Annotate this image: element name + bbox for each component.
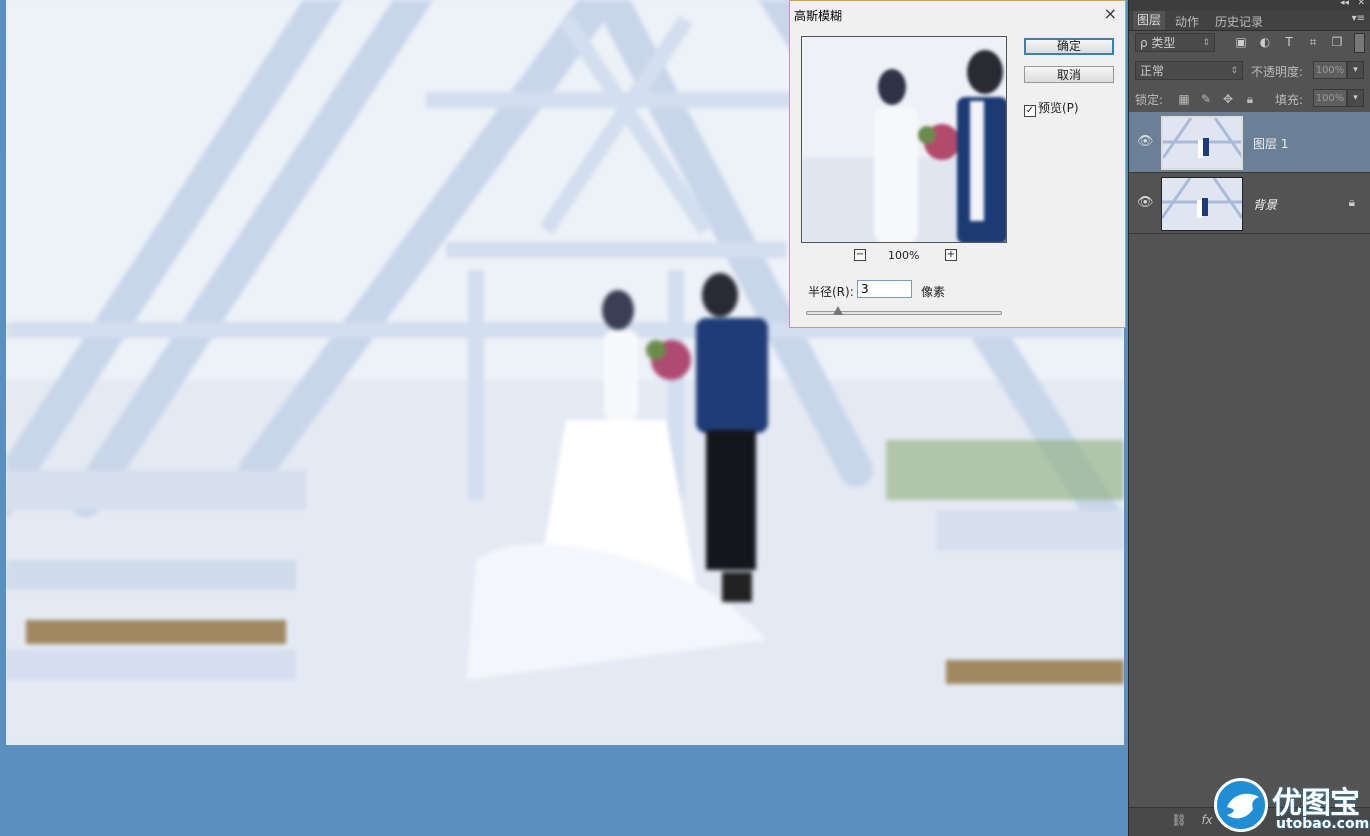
close-panel-icon[interactable]: ✕ [1357, 0, 1365, 8]
layer-name[interactable]: 背景 [1253, 196, 1277, 213]
layer-row-layer1[interactable]: 👁︎ 图层 1 [1129, 112, 1370, 173]
cancel-button[interactable]: 取消 [1024, 66, 1114, 83]
layer-name[interactable]: 图层 1 [1253, 135, 1288, 152]
panel-bottom-icons: ⛓ fx [1165, 813, 1221, 827]
eye-icon[interactable]: 👁︎ [1137, 134, 1154, 149]
tab-layers[interactable]: 图层 [1133, 11, 1166, 30]
opacity-label: 不透明度: [1251, 65, 1304, 79]
radius-slider-handle[interactable] [833, 306, 843, 315]
fill-label: 填充: [1275, 93, 1304, 107]
watermark-logo: 优图宝 utobao.com [1214, 776, 1370, 836]
layers-list: 👁︎ 图层 1 👁︎ 背景 🔒︎ [1129, 112, 1370, 234]
filter-toggle[interactable] [1354, 33, 1365, 53]
lock-all-icon[interactable]: 🔒︎ [1239, 92, 1261, 107]
collapse-icon[interactable]: ◂◂ [1340, 0, 1349, 8]
checkbox-checked-icon[interactable]: ✓ [1024, 105, 1036, 117]
radius-label: 半径(R): [808, 285, 854, 299]
chevron-updown-icon: ⇕ [1202, 38, 1210, 48]
lock-brush-icon[interactable]: ✎ [1195, 92, 1217, 106]
blend-mode-select[interactable]: 正常 ⇕ [1135, 61, 1243, 80]
filter-type-value: ρ 类型 [1140, 36, 1176, 50]
opacity-dropdown-icon[interactable]: ▾ [1347, 61, 1364, 79]
fill-field[interactable]: 100% [1313, 89, 1347, 107]
lock-label: 锁定: [1135, 93, 1164, 107]
preview-checkbox[interactable]: ✓ 预览(P) [1024, 99, 1079, 117]
gaussian-blur-dialog: 高斯模糊 × − 100% + 确定 取消 ✓预览(P) 半径(R): 像素 [789, 0, 1126, 328]
filter-type-select[interactable]: ρ 类型 ⇕ [1135, 33, 1215, 52]
smart-object-icon[interactable]: ❐ [1325, 35, 1349, 49]
layer-thumbnail [1161, 116, 1243, 170]
panel-topbar: ◂◂ ✕ [1129, 0, 1370, 11]
image-icon[interactable]: ▣ [1229, 35, 1253, 49]
lock-move-icon[interactable]: ✥ [1217, 92, 1239, 106]
blend-mode-value: 正常 [1140, 64, 1165, 78]
tab-actions[interactable]: 动作 [1171, 13, 1203, 30]
bird-logo-icon [1214, 778, 1268, 832]
tab-history[interactable]: 历史记录 [1211, 13, 1267, 30]
radius-input[interactable] [857, 280, 912, 298]
ok-button[interactable]: 确定 [1024, 38, 1114, 55]
filter-icons: ▣ ◐ T ⌗ ❐ [1229, 35, 1349, 50]
shape-icon[interactable]: ⌗ [1301, 35, 1325, 50]
zoom-controls: − 100% + [850, 249, 960, 263]
layer-thumbnail [1161, 177, 1243, 231]
zoom-out-icon[interactable]: − [854, 249, 866, 261]
lock-icon: 🔒︎ [1348, 195, 1355, 209]
radius-unit: 像素 [921, 285, 946, 299]
panel-tabs: 图层 动作 历史记录 ▾≡ [1129, 11, 1370, 31]
chevron-updown-icon: ⇕ [1230, 66, 1238, 76]
blur-preview[interactable] [801, 36, 1007, 243]
layers-panel: ◂◂ ✕ 图层 动作 历史记录 ▾≡ ρ 类型 ⇕ ▣ ◐ T ⌗ ❐ 正常 ⇕ 不透明度:… [1128, 0, 1370, 836]
watermark-url: utobao.com [1276, 816, 1370, 832]
panel-menu-icon[interactable]: ▾≡ [1352, 13, 1365, 24]
preview-checkbox-label: 预览(P) [1038, 101, 1079, 115]
fill-dropdown-icon[interactable]: ▾ [1347, 89, 1364, 107]
eye-icon[interactable]: 👁︎ [1137, 195, 1154, 210]
dialog-title: 高斯模糊 [794, 9, 843, 23]
type-icon[interactable]: T [1277, 35, 1301, 49]
lock-transparent-icon[interactable]: ▦ [1173, 92, 1195, 106]
close-icon[interactable]: × [1104, 4, 1117, 23]
layer-row-background[interactable]: 👁︎ 背景 🔒︎ [1129, 173, 1370, 234]
zoom-value: 100% [888, 249, 920, 262]
lock-icons: ▦ ✎ ✥ 🔒︎ [1173, 92, 1261, 107]
link-icon[interactable]: ⛓ [1165, 813, 1193, 827]
adjustment-icon[interactable]: ◐ [1253, 35, 1277, 49]
zoom-in-icon[interactable]: + [945, 249, 957, 261]
opacity-field[interactable]: 100% [1313, 61, 1347, 79]
